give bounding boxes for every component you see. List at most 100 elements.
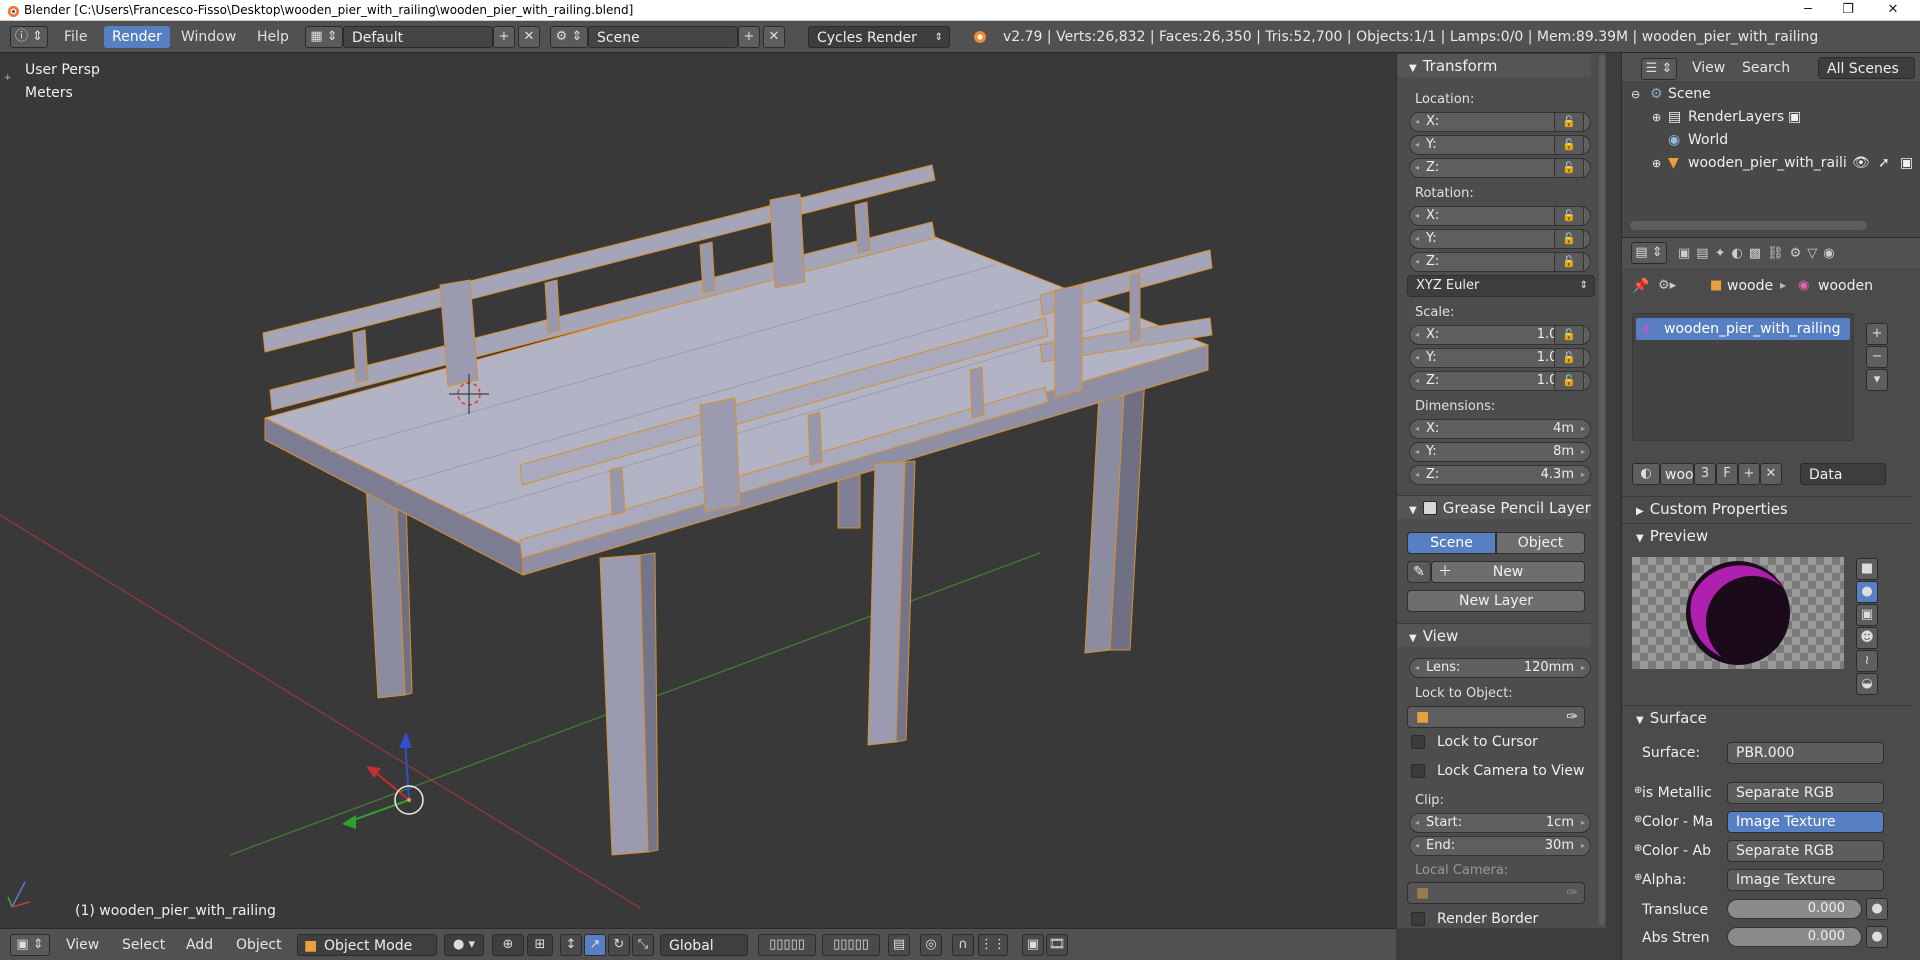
lock-location-x-icon[interactable]: 🔓 [1554,112,1584,132]
lock-location-y-icon[interactable]: 🔓 [1554,135,1584,155]
clip-start-field[interactable]: ◂ Start: 1cm ▸ [1409,813,1591,833]
link-socket-icon[interactable]: ● [1866,898,1888,920]
context-tabs-icons[interactable]: ▣▤✦◐▩⛓⚙▽◉ [1678,246,1841,261]
lock-cursor-checkbox[interactable] [1411,735,1425,749]
material-users-count[interactable]: 3 [1694,463,1716,485]
outliner-display-dropdown[interactable]: All Scenes [1818,57,1915,79]
view-panel-header[interactable]: ▼ View [1397,623,1591,647]
orientation-dropdown[interactable]: Global [660,934,748,956]
breadcrumb-material[interactable]: wooden [1818,278,1873,294]
input-link-field[interactable]: Image Texture [1727,811,1884,833]
surface-shader-field[interactable]: PBR.000 [1727,742,1884,764]
remove-layout-icon[interactable]: ✕ [518,26,540,48]
grease-scene-tab[interactable]: Scene [1407,532,1496,554]
input-link-field[interactable]: Separate RGB [1727,782,1884,804]
unlink-material-icon[interactable]: ✕ [1760,463,1782,485]
expand-icon[interactable]: ⊕ [1652,106,1661,129]
3d-viewport[interactable]: User Persp Meters + (1) wooden_pier_with… [0,53,1396,928]
editor-type-info-icon[interactable]: ⓘ ⇕ [10,26,48,48]
add-layout-icon[interactable]: + [493,26,515,48]
preview-monkey-icon[interactable]: ☻ [1856,627,1878,649]
outliner-row-renderlayers[interactable]: ⊕ ▤ RenderLayers ▣ [1622,106,1920,129]
menu-render[interactable]: Render [104,26,170,48]
screen-layout-icon[interactable]: ▦ ⇕ [305,26,343,48]
translate-manipulator-icon[interactable]: ↗ [584,934,606,956]
manipulator-toggle-icon[interactable]: ↕ [560,934,582,956]
eyedropper-icon[interactable]: ✑ [1566,707,1578,727]
lock-rotation-z-icon[interactable]: 🔓 [1554,252,1584,272]
collapse-icon[interactable]: ⊖ [1631,83,1640,106]
maximize-button[interactable]: ❐ [1825,0,1871,21]
material-name-field[interactable]: woo [1660,463,1694,485]
menu-view[interactable]: View [60,934,105,956]
input-link-field[interactable]: Image Texture [1727,869,1884,891]
scene-field[interactable]: Scene [588,26,738,48]
preview-flat-icon[interactable]: ■ [1856,558,1878,580]
breadcrumb-object[interactable]: woode [1727,278,1773,294]
new-material-icon[interactable]: + [1738,463,1760,485]
pin-icon[interactable]: 📌 [1632,278,1649,294]
outliner-menu-view[interactable]: View [1686,57,1731,79]
dimension-y-field[interactable]: ◂ Y: 8m ▸ [1409,442,1591,462]
outliner-menu-search[interactable]: Search [1736,57,1796,79]
grease-object-tab[interactable]: Object [1496,532,1585,554]
layer-lock-icon[interactable]: ▤ [888,934,910,956]
custom-properties-header[interactable]: ▶ Custom Properties [1622,496,1912,520]
pencil-icon[interactable]: ✎ [1407,561,1431,583]
layers-row-1-icon[interactable]: ▯▯▯▯▯ [758,934,816,956]
screen-layout-field[interactable]: Default [343,26,493,48]
preview-sky-icon[interactable]: ◒ [1856,673,1878,695]
lock-rotation-y-icon[interactable]: 🔓 [1554,229,1584,249]
preview-sphere-icon[interactable]: ● [1856,581,1878,603]
editor-type-3dview-icon[interactable]: ▣ ⇕ [10,934,50,956]
snap-element-icon[interactable]: ⋮⋮ [978,934,1008,956]
menu-select[interactable]: Select [116,934,171,956]
local-camera-field[interactable]: ■ ✑ [1407,882,1585,904]
lock-scale-z-icon[interactable]: 🔓 [1554,371,1584,391]
lock-object-field[interactable]: ■ ✑ [1407,706,1585,728]
menu-object[interactable]: Object [230,934,288,956]
outliner-row-world[interactable]: ◉ World [1622,129,1920,152]
lock-scale-x-icon[interactable]: 🔓 [1554,325,1584,345]
menu-window[interactable]: Window [173,26,244,48]
editor-type-properties-icon[interactable]: ▤ ⇕ [1631,242,1667,264]
lock-rotation-x-icon[interactable]: 🔓 [1554,206,1584,226]
preview-cube-icon[interactable]: ▣ [1856,604,1878,626]
fake-user-button[interactable]: F [1716,463,1738,485]
grease-pencil-panel-header[interactable]: ▼ Grease Pencil Layer [1397,495,1591,519]
new-layer-button[interactable]: New Layer [1407,590,1585,612]
snap-toggle-icon[interactable]: ∩ [952,934,974,956]
outliner-row-object[interactable]: ⊕ ▼ wooden_pier_with_raili 👁 ➚ ▣ [1622,152,1920,175]
preview-header[interactable]: ▼ Preview [1622,523,1912,547]
abs-strength-field[interactable]: 0.000 [1727,927,1862,947]
menu-file[interactable]: File [56,26,95,48]
material-slot-row[interactable]: ◐ wooden_pier_with_railing [1636,318,1850,340]
opengl-render-icon[interactable]: ▣ [1022,934,1044,956]
render-border-checkbox[interactable] [1411,912,1425,926]
remove-scene-icon[interactable]: ✕ [763,26,785,48]
clip-end-field[interactable]: ◂ End: 30m ▸ [1409,836,1591,856]
menu-add[interactable]: Add [180,934,219,956]
expand-icon[interactable]: ⊕ [1652,152,1661,175]
grease-pencil-enable-checkbox[interactable] [1422,501,1437,515]
lens-field[interactable]: ◂ Lens: 120mm ▸ [1409,658,1591,678]
properties-shelf-scrollbar[interactable] [1599,55,1605,925]
add-scene-icon[interactable]: + [738,26,760,48]
lock-scale-y-icon[interactable]: 🔓 [1554,348,1584,368]
selectable-arrow-icon[interactable]: ➚ [1878,152,1890,175]
viewport-shading-icon[interactable]: ● ▾ [444,934,484,956]
layers-row-2-icon[interactable]: ▯▯▯▯▯ [822,934,880,956]
render-engine-dropdown[interactable]: Cycles Render ⇕ [808,26,950,48]
scale-manipulator-icon[interactable]: ⤡ [632,934,654,956]
transform-manipulator-icon[interactable] [342,732,424,829]
dimension-z-field[interactable]: ◂ Z: 4.3m ▸ [1409,465,1591,485]
surface-header[interactable]: ▼ Surface [1622,705,1912,729]
translucent-field[interactable]: 0.000 [1727,899,1862,919]
proportional-edit-icon[interactable]: ◎ [920,934,942,956]
outliner-hscrollbar[interactable] [1630,221,1867,230]
rotation-mode-dropdown[interactable]: XYZ Euler ⇕ [1407,275,1595,297]
link-socket-icon[interactable]: ● [1866,926,1888,948]
slot-menu-icon[interactable]: ▾ [1866,369,1888,391]
material-link-dropdown[interactable]: Data [1800,463,1886,485]
remove-slot-icon[interactable]: − [1866,346,1888,368]
